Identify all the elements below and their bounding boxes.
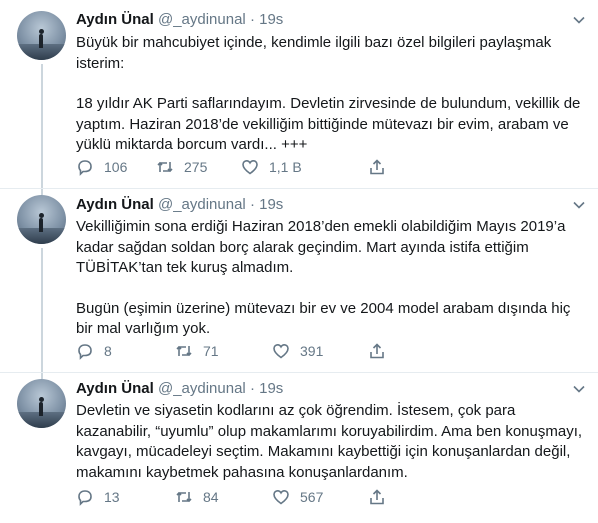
like-button[interactable]: 391 [272,340,323,362]
tweet-paragraph: Bugün (eşimin üzerine) mütevazı bir ev v… [76,299,571,338]
reply-icon [78,490,92,506]
tweet[interactable]: Aydın Ünal @_aydinunal · 19s Büyük bir m… [0,0,598,188]
retweet-icon [176,345,192,357]
retweet-count: 275 [184,159,208,175]
like-button[interactable]: 567 [272,486,323,508]
heart-icon [273,489,289,505]
reply-button[interactable]: 13 [76,486,120,508]
like-count: 1,1 B [269,159,302,175]
timestamp[interactable]: 19s [259,196,283,213]
share-button[interactable] [368,340,386,362]
timestamp[interactable]: 19s [259,380,283,397]
retweet-button[interactable]: 275 [156,156,207,178]
reply-button[interactable]: 106 [76,156,127,178]
share-button[interactable] [368,486,386,508]
author-handle[interactable]: @_aydinunal [158,196,246,213]
author-name[interactable]: Aydın Ünal [76,11,154,28]
tweet-header: Aydın Ünal @_aydinunal · 19s [76,195,283,215]
retweet-icon [157,161,173,173]
tweet-header: Aydın Ünal @_aydinunal · 19s [76,379,283,399]
reply-button[interactable]: 8 [76,340,112,362]
tweet-text: Vekilliğimin sona erdiği Haziran 2018’de… [76,217,586,340]
tweet-paragraph: Devletin ve siyasetin kodlarını az çok ö… [76,402,583,481]
separator-dot: · [249,380,255,397]
timestamp[interactable]: 19s [259,11,283,28]
avatar[interactable] [17,195,66,244]
author-name[interactable]: Aydın Ünal [76,196,154,213]
reply-count: 8 [104,343,112,359]
retweet-icon [176,491,192,503]
tweet-text: Büyük bir mahcubiyet içinde, kendimle il… [76,33,586,156]
chevron-down-icon[interactable] [572,382,586,396]
reply-icon [78,344,92,360]
tweet[interactable]: Aydın Ünal @_aydinunal · 19s Devletin ve… [0,373,598,523]
like-count: 567 [300,489,324,505]
thread-line [41,64,43,188]
retweet-count: 71 [203,343,219,359]
thread-line [41,248,43,372]
retweet-button[interactable]: 71 [175,340,219,362]
tweet-actions: 13 84 567 [76,486,386,508]
retweet-button[interactable]: 84 [175,486,219,508]
author-name[interactable]: Aydın Ünal [76,380,154,397]
author-handle[interactable]: @_aydinunal [158,380,246,397]
tweet-paragraph: Vekilliğimin sona erdiği Haziran 2018’de… [76,218,566,276]
tweet-paragraph: Büyük bir mahcubiyet içinde, kendimle il… [76,34,552,72]
separator-dot: · [249,11,255,28]
tweet-actions: 106 275 1,1 B [76,156,386,178]
reply-icon [78,160,92,176]
tweet-paragraph: 18 yıldır AK Parti saflarındayım. Devlet… [76,95,581,153]
chevron-down-icon[interactable] [572,13,586,27]
like-button[interactable]: 1,1 B [241,156,302,178]
chevron-down-icon[interactable] [572,198,586,212]
reply-count: 106 [104,159,128,175]
tweet[interactable]: Aydın Ünal @_aydinunal · 19s Vekilliğimi… [0,189,598,372]
share-icon [370,489,384,505]
like-count: 391 [300,343,324,359]
avatar[interactable] [17,379,66,428]
tweet-actions: 8 71 391 [76,340,386,362]
author-handle[interactable]: @_aydinunal [158,11,246,28]
heart-icon [242,159,258,175]
reply-count: 13 [104,489,120,505]
avatar[interactable] [17,11,66,60]
tweet-header: Aydın Ünal @_aydinunal · 19s [76,10,283,30]
tweet-text: Devletin ve siyasetin kodlarını az çok ö… [76,401,586,483]
share-icon [370,343,384,359]
share-button[interactable] [368,156,386,178]
retweet-count: 84 [203,489,219,505]
heart-icon [273,343,289,359]
separator-dot: · [249,196,255,213]
share-icon [370,159,384,175]
